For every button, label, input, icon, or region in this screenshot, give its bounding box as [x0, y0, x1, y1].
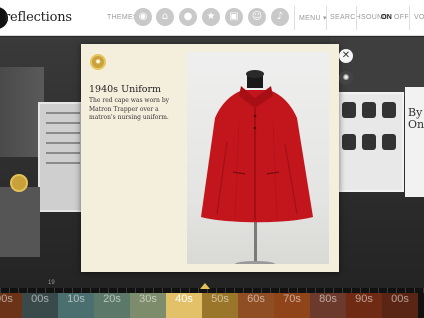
- seal-icon[interactable]: [10, 174, 28, 192]
- decade-tab-90s[interactable]: 90s: [0, 293, 22, 318]
- poster-text: By One: [408, 106, 424, 131]
- divider: [294, 6, 295, 30]
- lightbulb-icon[interactable]: ●: [179, 8, 197, 26]
- timeline-marker-label: 19: [48, 280, 55, 286]
- item-title: 1940s Uniform: [89, 84, 162, 95]
- close-icon[interactable]: ✕: [339, 49, 353, 63]
- decade-tab-30s[interactable]: 30s: [130, 293, 166, 318]
- background-poster: By One: [405, 87, 424, 197]
- voice-button[interactable]: VO: [414, 14, 424, 21]
- red-cape-image: [201, 70, 313, 267]
- decade-tab-00s[interactable]: 00s: [22, 293, 58, 318]
- decade-tab-70s[interactable]: 70s: [274, 293, 310, 318]
- app-logo[interactable]: reflections: [4, 10, 72, 25]
- item-photo: [187, 52, 329, 267]
- house-icon[interactable]: ⌂: [156, 8, 174, 26]
- background-photo: [0, 187, 40, 257]
- music-note-icon[interactable]: ♪: [271, 8, 289, 26]
- item-detail-card: ✹ 1940s Uniform The red cape was worn by…: [81, 44, 339, 272]
- decade-tab-60s[interactable]: 60s: [238, 293, 274, 318]
- decade-tab-00s[interactable]: 00s: [382, 293, 418, 318]
- mask-icon[interactable]: ☺: [248, 8, 266, 26]
- divider: [409, 6, 410, 30]
- timeline-pointer-icon: [200, 283, 210, 289]
- decade-tab-50s[interactable]: 50s: [202, 293, 238, 318]
- share-icon[interactable]: ✺: [339, 71, 353, 85]
- top-bar: reflections THEMES ◉ ⌂ ● ★ ▣ ☺ ♪ MENU ▾ …: [0, 0, 424, 36]
- bus-icon[interactable]: ▣: [225, 8, 243, 26]
- sound-off-toggle[interactable]: OFF: [394, 14, 409, 21]
- decade-tab-20s[interactable]: 20s: [94, 293, 130, 318]
- decade-tab-90s[interactable]: 90s: [346, 293, 382, 318]
- trophy-icon[interactable]: ★: [202, 8, 220, 26]
- decade-tab-80s[interactable]: 80s: [310, 293, 346, 318]
- divider: [356, 6, 357, 30]
- menu-button[interactable]: MENU ▾: [299, 14, 327, 22]
- decade-tab-40s[interactable]: 40s: [166, 293, 202, 318]
- seal-icon: ✹: [90, 54, 106, 70]
- sound-on-toggle[interactable]: ON: [381, 14, 392, 21]
- decade-tab-10s[interactable]: 10s: [58, 293, 94, 318]
- background-newspaper: [334, 92, 404, 192]
- divider: [326, 6, 327, 30]
- item-description: The red cape was worn by Matron Trapper …: [89, 97, 170, 121]
- bicycle-icon[interactable]: ◉: [134, 8, 152, 26]
